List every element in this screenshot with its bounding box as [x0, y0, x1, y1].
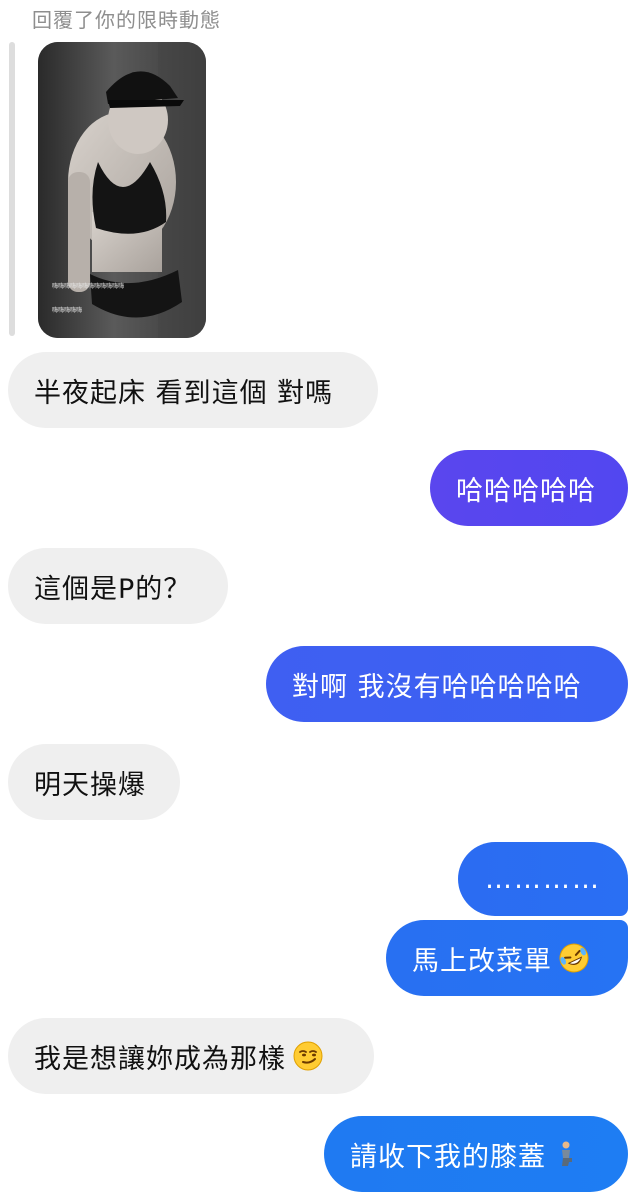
- message-text: 請收下我的膝蓋: [350, 1141, 546, 1173]
- story-thumbnail[interactable]: 嗨嗨嗨嗨嗨嗨嗨嗨嗨嗨嗨嗨 嗨嗨嗨嗨嗨: [38, 42, 206, 338]
- message-bubble-incoming[interactable]: 我是想讓妳成為那樣: [8, 1018, 374, 1094]
- story-caption-line1: 嗨嗨嗨嗨嗨嗨嗨嗨嗨嗨嗨嗨: [52, 282, 124, 290]
- message-bubble-outgoing[interactable]: …………: [458, 842, 628, 916]
- reply-header: 回覆了你的限時動態: [32, 8, 221, 32]
- message-text: 半夜起床 看到這個 對嗎: [34, 377, 334, 409]
- kneeling-person-icon: [562, 1141, 572, 1166]
- message-bubble-outgoing[interactable]: 哈哈哈哈哈: [430, 450, 628, 526]
- message-bubble-outgoing[interactable]: 請收下我的膝蓋: [324, 1116, 628, 1192]
- quote-bar: [9, 42, 15, 336]
- message-text: …………: [485, 863, 601, 895]
- message-text: 哈哈哈哈哈: [456, 475, 596, 507]
- smirk-emoji-icon: [293, 1041, 323, 1071]
- message-text: 我是想讓妳成為那樣: [34, 1043, 286, 1075]
- message-text: 對啊 我沒有哈哈哈哈哈: [292, 671, 582, 703]
- message-bubble-outgoing[interactable]: 馬上改菜單: [386, 920, 628, 996]
- message-bubble-incoming[interactable]: 明天操爆: [8, 744, 180, 820]
- message-text: 明天操爆: [34, 769, 146, 801]
- rofl-emoji-icon: [559, 943, 589, 973]
- message-text: 這個是P的？: [34, 573, 192, 605]
- story-caption-line2: 嗨嗨嗨嗨嗨: [52, 306, 82, 314]
- message-bubble-outgoing[interactable]: 對啊 我沒有哈哈哈哈哈: [266, 646, 628, 722]
- story-image: 嗨嗨嗨嗨嗨嗨嗨嗨嗨嗨嗨嗨 嗨嗨嗨嗨嗨: [38, 42, 206, 338]
- message-text: 馬上改菜單: [412, 945, 552, 977]
- message-bubble-incoming[interactable]: 半夜起床 看到這個 對嗎: [8, 352, 378, 428]
- message-bubble-incoming[interactable]: 這個是P的？: [8, 548, 228, 624]
